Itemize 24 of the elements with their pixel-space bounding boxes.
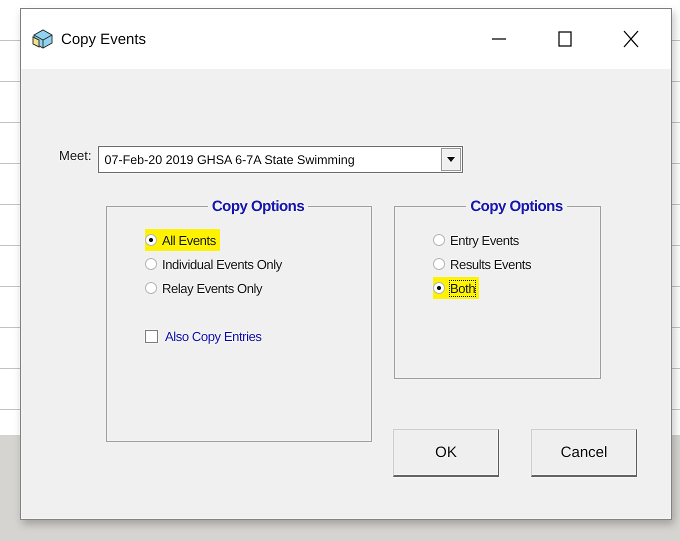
dialog-button[interactable]: Cancel [531, 429, 637, 477]
close-icon [623, 30, 639, 48]
group-title: Copy Options [210, 198, 306, 215]
app-icon [31, 27, 55, 51]
meet-label: Meet: [59, 148, 92, 163]
window-title: Copy Events [61, 30, 148, 48]
option-label: Individual Events Only [162, 256, 282, 272]
meet-dropdown[interactable]: 07-Feb-20 2019 GHSA 6-7A State Swimming [98, 146, 463, 173]
maximize-icon [558, 31, 572, 47]
option-label: Both [450, 280, 476, 296]
radio-button[interactable] [433, 258, 445, 270]
dropdown-button[interactable] [440, 148, 461, 171]
minimize-icon [492, 38, 506, 40]
caret-icon [446, 157, 455, 162]
option-label: Entry Events [450, 232, 519, 248]
radio-button[interactable] [145, 282, 157, 294]
option-label: All Events [162, 232, 216, 248]
option-label: Relay Events Only [162, 280, 262, 296]
dialog-button[interactable]: OK [393, 429, 499, 477]
radio-button[interactable] [145, 258, 157, 270]
group-title: Copy Options [469, 198, 564, 215]
radio-button[interactable] [433, 234, 445, 246]
option-label: Results Events [450, 256, 532, 272]
also-copy-entries-checkbox[interactable]: Also Copy Entries [145, 329, 262, 344]
